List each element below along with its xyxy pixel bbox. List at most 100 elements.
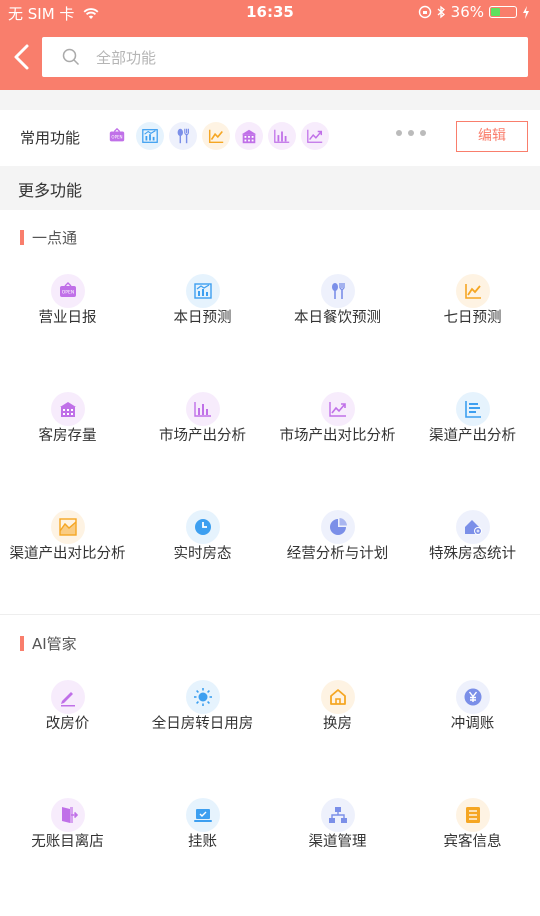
trend-icon <box>464 284 481 299</box>
feature-item[interactable]: 客房存量 <box>0 378 135 496</box>
feature-item[interactable]: 渠道产出分析 <box>405 378 540 496</box>
feature-label: 市场产出对比分析 <box>279 428 396 444</box>
feature-label: 实时房态 <box>173 546 232 562</box>
feature-label: 本日预测 <box>173 310 232 326</box>
feature-label: 经营分析与计划 <box>286 546 389 562</box>
feature-label: 渠道产出分析 <box>429 428 516 444</box>
area-chart-icon <box>58 518 77 536</box>
feature-icon-wrap <box>320 510 355 544</box>
feature-icon-wrap <box>455 510 490 544</box>
feature-label: 渠道管理 <box>308 834 367 850</box>
feature-item[interactable]: 本日预测 <box>135 260 270 378</box>
feature-label: 渠道产出对比分析 <box>9 546 126 562</box>
open-sign-icon: OPEN <box>109 127 125 142</box>
feature-label: 营业日报 <box>38 310 97 326</box>
edit-button[interactable]: 编辑 <box>456 121 528 152</box>
dining-icon <box>177 128 189 144</box>
feature-icon-wrap <box>320 274 355 308</box>
feature-icon-wrap <box>320 680 355 714</box>
feature-label: 本日餐饮预测 <box>294 310 381 326</box>
search-placeholder: 全部功能 <box>96 49 157 67</box>
feature-label: 全日房转日用房 <box>151 716 254 732</box>
feature-item[interactable]: 宾客信息 <box>405 784 540 902</box>
common-icons: OPEN <box>103 122 329 150</box>
dining-icon <box>331 283 345 299</box>
svg-text:OPEN: OPEN <box>61 290 73 296</box>
feature-icon-wrap <box>455 798 490 832</box>
feature-item[interactable]: 实时房态 <box>135 496 270 614</box>
more-functions-header: 更多功能 <box>0 166 540 210</box>
list-doc-icon <box>465 807 480 823</box>
feature-icon-wrap <box>320 798 355 832</box>
feature-label: 无账目离店 <box>31 834 104 850</box>
bluetooth-icon <box>437 5 445 19</box>
back-arrow-icon[interactable] <box>10 42 34 72</box>
feature-item[interactable]: 渠道管理 <box>270 784 405 902</box>
divider <box>0 614 540 615</box>
feature-label: 宾客信息 <box>443 834 502 850</box>
column-chart-icon <box>193 402 211 417</box>
feature-icon-wrap <box>50 680 85 714</box>
feature-item[interactable]: OPEN 营业日报 <box>0 260 135 378</box>
feature-label: 换房 <box>323 716 352 732</box>
pie-chart-icon <box>329 518 347 535</box>
feature-item[interactable]: 冲调账 <box>405 666 540 784</box>
common-shortcut[interactable] <box>202 122 230 150</box>
building-icon <box>59 402 76 417</box>
open-sign-icon: OPEN <box>59 282 76 297</box>
feature-item[interactable]: 渠道产出对比分析 <box>0 496 135 614</box>
common-shortcut[interactable] <box>268 122 296 150</box>
common-shortcut[interactable] <box>301 122 329 150</box>
battery-icon <box>489 6 517 18</box>
feature-icon-wrap <box>50 510 85 544</box>
feature-label: 冲调账 <box>450 716 495 732</box>
status-right: 36% <box>418 3 530 21</box>
common-shortcut[interactable]: OPEN <box>103 122 131 150</box>
feature-icon-wrap <box>185 680 220 714</box>
feature-icon-wrap <box>455 680 490 714</box>
feature-label: 市场产出分析 <box>159 428 246 444</box>
clock-icon <box>194 519 211 535</box>
door-exit-icon <box>61 807 78 823</box>
feature-grid-yidiantong: OPEN 营业日报 本日预测 本日餐饮预测 七日预测客房存量 市场产出分析 市场产出对比分析… <box>0 260 540 614</box>
section-title-yidiantong: 一点通 <box>20 227 77 248</box>
feature-icon-wrap <box>455 392 490 426</box>
feature-item[interactable]: 本日餐饮预测 <box>270 260 405 378</box>
feature-item[interactable]: 经营分析与计划 <box>270 496 405 614</box>
bar-chart-icon <box>193 283 212 299</box>
pen-icon <box>60 692 75 707</box>
top-header: 全部功能 <box>0 26 540 90</box>
growth-chart-icon <box>328 402 346 417</box>
feature-item[interactable]: 换房 <box>270 666 405 784</box>
spacer <box>0 90 540 110</box>
feature-item[interactable]: 特殊房态统计 <box>405 496 540 614</box>
feature-item[interactable]: 无账目离店 <box>0 784 135 902</box>
common-shortcut[interactable] <box>136 122 164 150</box>
feature-icon-wrap <box>320 392 355 426</box>
feature-item[interactable]: 全日房转日用房 <box>135 666 270 784</box>
feature-grid-ai: 改房价 全日房转日用房 换房 冲调账无账目离店 挂账 渠道管理 宾客信息 <box>0 666 540 902</box>
list-chart-icon <box>464 401 481 418</box>
feature-label: 客房存量 <box>38 428 97 444</box>
feature-item[interactable]: 改房价 <box>0 666 135 784</box>
feature-item[interactable]: 市场产出分析 <box>135 378 270 496</box>
yen-icon <box>464 688 481 706</box>
common-shortcut[interactable] <box>169 122 197 150</box>
feature-label: 挂账 <box>188 834 217 850</box>
more-functions-label: 更多功能 <box>18 181 83 200</box>
more-dots-icon[interactable] <box>396 130 426 136</box>
feature-icon-wrap: OPEN <box>50 274 85 308</box>
search-icon <box>62 48 80 66</box>
search-input[interactable]: 全部功能 <box>42 37 528 77</box>
common-functions-label: 常用功能 <box>20 129 81 147</box>
svg-text:OPEN: OPEN <box>111 134 122 139</box>
feature-item[interactable]: 七日预测 <box>405 260 540 378</box>
feature-icon-wrap <box>185 798 220 832</box>
house-badge-icon <box>464 520 482 535</box>
home-icon <box>329 689 346 705</box>
common-shortcut[interactable] <box>235 122 263 150</box>
feature-item[interactable]: 市场产出对比分析 <box>270 378 405 496</box>
feature-icon-wrap <box>185 392 220 426</box>
common-functions-bar: 常用功能 OPEN 编辑 <box>0 110 540 166</box>
feature-item[interactable]: 挂账 <box>135 784 270 902</box>
